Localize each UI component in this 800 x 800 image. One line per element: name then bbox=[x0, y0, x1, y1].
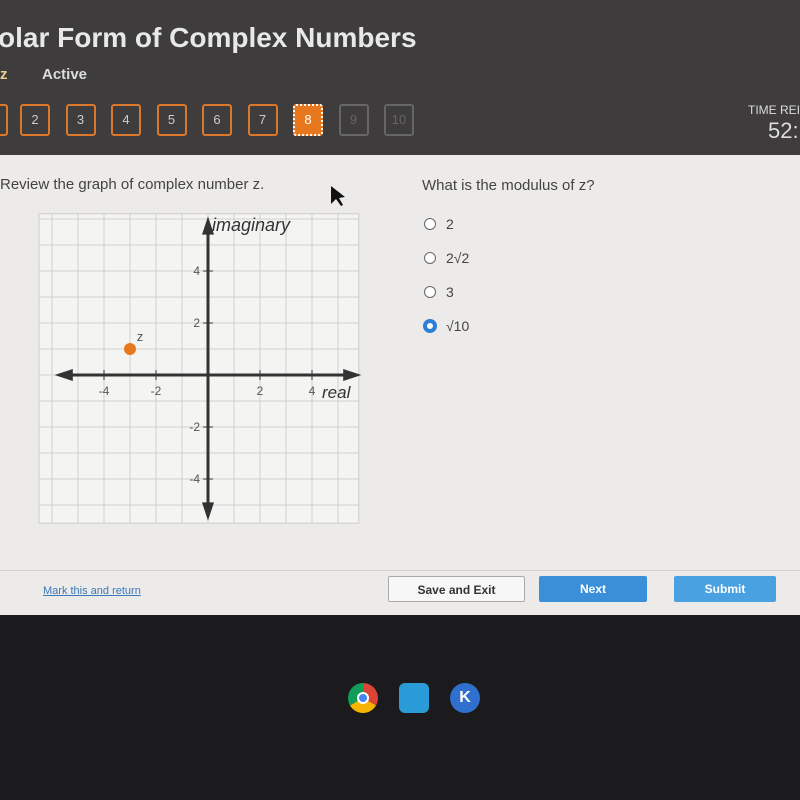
point-z bbox=[124, 343, 136, 355]
option-label: 2√2 bbox=[446, 250, 470, 266]
kami-icon[interactable]: K bbox=[450, 683, 480, 713]
answer-option[interactable]: √10 bbox=[424, 318, 469, 334]
y-tick-label: -2 bbox=[189, 420, 200, 434]
radio-button[interactable] bbox=[424, 252, 436, 264]
x-tick-label: -4 bbox=[99, 384, 110, 398]
submit-button[interactable]: Submit bbox=[674, 576, 776, 602]
y-tick-label: 4 bbox=[193, 264, 200, 278]
complex-plane-graph: -4 -2 2 4 4 2 -2 -4 real imaginary z bbox=[38, 186, 362, 524]
answer-option[interactable]: 2√2 bbox=[424, 250, 469, 266]
radio-button[interactable] bbox=[424, 286, 436, 298]
point-label: z bbox=[137, 329, 144, 344]
radio-button[interactable] bbox=[424, 320, 436, 332]
answer-option[interactable]: 2 bbox=[424, 216, 454, 232]
x-tick-label: 2 bbox=[257, 384, 264, 398]
answer-option[interactable]: 3 bbox=[424, 284, 454, 300]
y-axis-label: imaginary bbox=[212, 215, 291, 235]
x-tick-label: 4 bbox=[309, 384, 316, 398]
mark-and-return-link[interactable]: Mark this and return bbox=[43, 585, 141, 597]
chrome-icon[interactable] bbox=[348, 683, 378, 713]
x-tick-label: -2 bbox=[151, 384, 162, 398]
option-label: 3 bbox=[446, 284, 454, 300]
save-and-exit-button[interactable]: Save and Exit bbox=[388, 576, 525, 602]
x-axis-label: real bbox=[322, 383, 352, 402]
option-label: 2 bbox=[446, 216, 454, 232]
app-icon[interactable] bbox=[399, 683, 429, 713]
y-tick-label: -4 bbox=[189, 472, 200, 486]
radio-button[interactable] bbox=[424, 218, 436, 230]
y-tick-label: 2 bbox=[193, 316, 200, 330]
option-label: √10 bbox=[446, 318, 470, 334]
mouse-cursor-icon bbox=[331, 186, 345, 206]
next-button[interactable]: Next bbox=[539, 576, 647, 602]
